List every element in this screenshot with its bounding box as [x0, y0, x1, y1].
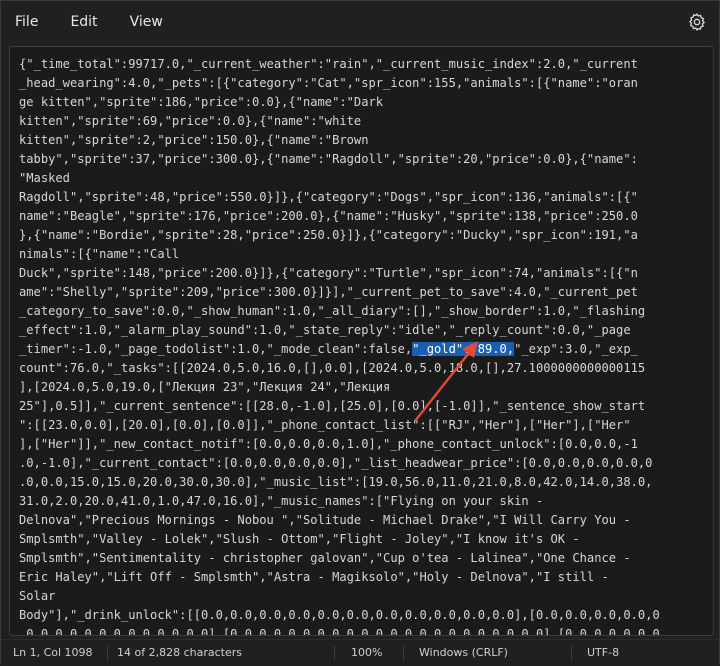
status-divider	[107, 646, 108, 660]
editor-line: Ragdoll","sprite":48,"price":550.0}]},{"…	[19, 190, 638, 204]
editor-line: kitten","sprite":69,"price":0.0},{"name"…	[19, 114, 362, 128]
editor-line: ":[[23.0,0.0],[20.0],[0.0],[0.0]],"_phon…	[19, 418, 631, 432]
editor-text[interactable]: {"_time_total":99717.0,"_current_weather…	[19, 55, 703, 636]
editor-line: count":76.0,"_tasks":[[2024.0,5.0,16.0,[…	[19, 361, 646, 375]
cursor-position: Ln 1, Col 1098	[13, 646, 93, 659]
character-count: 14 of 2,828 characters	[117, 646, 242, 659]
status-divider	[571, 646, 572, 660]
menu-file[interactable]: File	[1, 1, 54, 43]
editor-line: "Masked	[19, 171, 70, 185]
zoom-level[interactable]: 100%	[351, 640, 382, 666]
editor-line: nimals":[{"name":"Call	[19, 247, 180, 261]
editor-line: Delnova","Precious Mornings - Nobou ","S…	[19, 513, 631, 527]
editor-line: _category_to_save":0.0,"_show_human":1.0…	[19, 304, 646, 318]
editor-line: name":"Beagle","sprite":176,"price":200.…	[19, 209, 638, 223]
editor-line: tabby","sprite":37,"price":300.0},{"name…	[19, 152, 638, 166]
encoding[interactable]: UTF-8	[587, 640, 619, 666]
editor-line: 31.0,2.0,20.0,41.0,1.0,47.0,16.0],"_musi…	[19, 494, 544, 508]
editor-line: kitten","sprite":2,"price":150.0},{"name…	[19, 133, 369, 147]
editor-line: .0,-1.0],"_current_contact":[0.0,0.0,0.0…	[19, 456, 653, 470]
editor-line: Duck","sprite":148,"price":200.0}]},{"ca…	[19, 266, 638, 280]
menu-view[interactable]: View	[114, 1, 179, 43]
editor-line: {"_time_total":99717.0,"_current_weather…	[19, 57, 638, 71]
editor-line-tail: "_exp":3.0,"_exp_	[514, 342, 638, 356]
gear-icon[interactable]	[687, 12, 707, 32]
editor-line: .0,0.0,15.0,15.0,20.0,30.0,30.0],"_music…	[19, 475, 653, 489]
editor-line: Body"],"_drink_unlock":[[0.0,0.0,0.0,0.0…	[19, 608, 660, 622]
menu-bar: File Edit View	[1, 1, 719, 43]
status-divider	[403, 646, 404, 660]
status-divider	[334, 646, 335, 660]
menu-edit[interactable]: Edit	[54, 1, 113, 43]
editor-line: .0,0.0,0.0,0.0,0.0,0.0,0.0],[0.0,0.0,0.0…	[19, 627, 660, 636]
text-editor[interactable]: {"_time_total":99717.0,"_current_weather…	[9, 46, 714, 636]
editor-line: 25"],0.5]],"_current_sentence":[[28.0,-1…	[19, 399, 646, 413]
editor-line: Eric Haley","Lift Off - Smplsmth","Astra…	[19, 570, 609, 584]
editor-line: },{"name":"Bordie","sprite":28,"price":2…	[19, 228, 638, 242]
editor-line: _head_wearing":4.0,"_pets":[{"category":…	[19, 76, 638, 90]
selected-text[interactable]: "_gold":789.0,	[412, 342, 515, 356]
editor-line: ],[2024.0,5.0,19.0,["Лекция 23","Лекция …	[19, 380, 391, 394]
editor-line: _timer":-1.0,"_page_todolist":1.0,"_mode…	[19, 342, 413, 356]
editor-line: _effect":1.0,"_alarm_play_sound":1.0,"_s…	[19, 323, 631, 337]
editor-line: ],["Her"]],"_new_contact_notif":[0.0,0.0…	[19, 437, 638, 451]
editor-line: Smplsmth","Sentimentality - christopher …	[19, 551, 631, 565]
editor-line: ge kitten","sprite":186,"price":0.0},{"n…	[19, 95, 384, 109]
line-ending[interactable]: Windows (CRLF)	[419, 640, 508, 666]
status-bar: Ln 1, Col 1098 14 of 2,828 characters 10…	[1, 639, 719, 666]
editor-line: Solar	[19, 589, 56, 603]
editor-line: ame":"Shelly","sprite":209,"price":300.0…	[19, 285, 638, 299]
editor-line: Smplsmth","Valley - Lolek","Slush - Otto…	[19, 532, 580, 546]
notepad-window: File Edit View {"_time_total":99717.0,"_…	[0, 0, 720, 666]
